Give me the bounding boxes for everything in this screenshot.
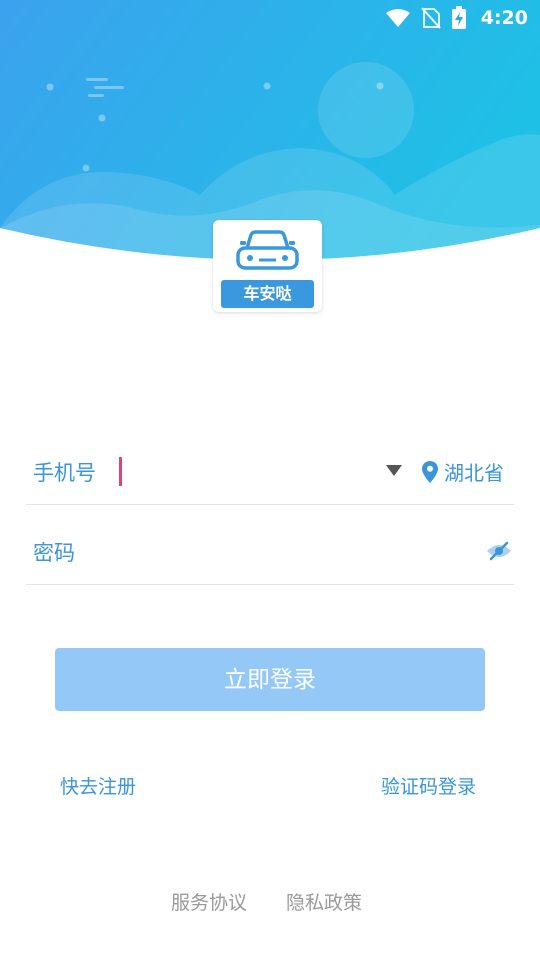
password-label: 密码 <box>33 541 75 565</box>
password-input[interactable] <box>96 535 480 571</box>
password-row: 密码 <box>26 505 514 585</box>
app-logo: 车安哒 <box>213 220 322 312</box>
phone-label: 手机号 <box>33 461 96 485</box>
no-sim-icon <box>420 7 441 29</box>
register-link[interactable]: 快去注册 <box>60 772 136 799</box>
wifi-icon <box>385 9 410 27</box>
battery-charging-icon <box>451 6 466 29</box>
status-time: 4:20 <box>480 7 528 29</box>
status-bar: 4:20 <box>0 0 540 36</box>
phone-row: 手机号 湖北省 <box>26 425 514 505</box>
eye-hidden-icon[interactable] <box>486 541 512 561</box>
dropdown-arrow-icon[interactable] <box>386 465 402 476</box>
login-button[interactable]: 立即登录 <box>55 648 485 711</box>
province-label: 湖北省 <box>444 461 504 485</box>
phone-input[interactable] <box>126 455 380 491</box>
location-pin-icon <box>422 460 438 483</box>
privacy-policy-link[interactable]: 隐私政策 <box>286 888 362 915</box>
logo-label: 车安哒 <box>221 280 314 308</box>
sms-code-login-link[interactable]: 验证码登录 <box>381 772 476 799</box>
car-icon <box>236 230 299 270</box>
service-agreement-link[interactable]: 服务协议 <box>171 888 247 915</box>
province-selector[interactable]: 湖北省 <box>422 457 504 486</box>
text-cursor <box>119 457 122 486</box>
